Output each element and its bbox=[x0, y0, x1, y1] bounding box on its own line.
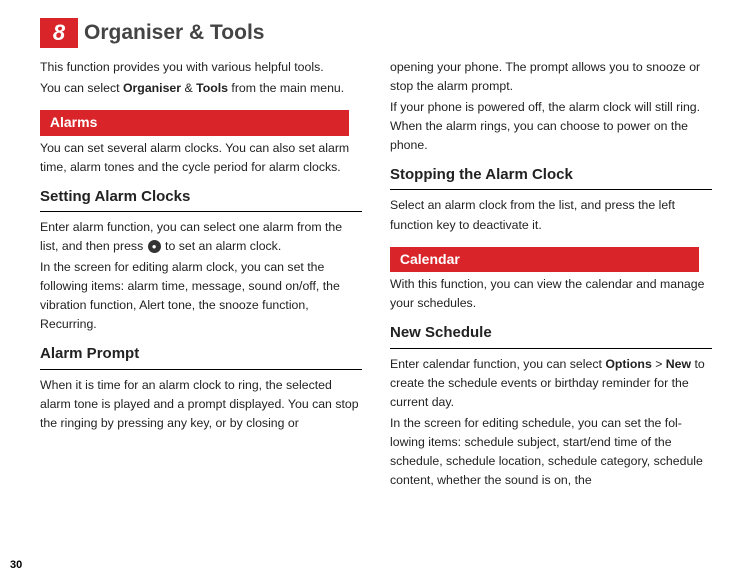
text-run: to set an alarm clock. bbox=[162, 239, 282, 253]
new-schedule-paragraph-2: In the screen for editing schedule, you … bbox=[390, 414, 712, 490]
new-schedule-paragraph-1: Enter calendar function, you can select … bbox=[390, 355, 712, 412]
text-run: > bbox=[652, 357, 666, 371]
chapter-header: 8 Organiser & Tools bbox=[40, 18, 712, 48]
prompt-paragraph: When it is time for an alarm clock to ri… bbox=[40, 376, 362, 433]
heading-stopping-alarm-clock: Stopping the Alarm Clock bbox=[390, 163, 712, 190]
bold-new: New bbox=[666, 357, 691, 371]
text-run: from the main menu. bbox=[228, 81, 344, 95]
text-run: You can select bbox=[40, 81, 123, 95]
intro-paragraph-2: You can select Organiser & Tools from th… bbox=[40, 79, 362, 98]
page-container: 8 Organiser & Tools This function provid… bbox=[0, 0, 752, 492]
label-text: Calendar bbox=[400, 251, 460, 267]
setting-paragraph-1: Enter alarm function, you can select one… bbox=[40, 218, 362, 256]
bold-tools: Tools bbox=[196, 81, 228, 95]
setting-paragraph-2: In the screen for editing alarm clock, y… bbox=[40, 258, 362, 334]
continuation-paragraph-2: If your phone is powered off, the alarm … bbox=[390, 98, 712, 155]
page-number: 30 bbox=[10, 559, 22, 571]
bold-options: Options bbox=[605, 357, 651, 371]
heading-new-schedule: New Schedule bbox=[390, 321, 712, 348]
right-column: opening your phone. The prompt allows yo… bbox=[390, 58, 712, 492]
continuation-paragraph-1: opening your phone. The prompt allows yo… bbox=[390, 58, 712, 96]
chapter-title: Organiser & Tools bbox=[84, 21, 264, 45]
heading-alarm-prompt: Alarm Prompt bbox=[40, 342, 362, 369]
heading-setting-alarm-clocks: Setting Alarm Clocks bbox=[40, 185, 362, 212]
calendar-intro: With this function, you can view the cal… bbox=[390, 275, 712, 313]
chapter-number-badge: 8 bbox=[40, 18, 78, 48]
ok-key-icon: ● bbox=[148, 240, 161, 253]
bold-organiser: Organiser bbox=[123, 81, 181, 95]
stopping-paragraph: Select an alarm clock from the list, and… bbox=[390, 196, 712, 234]
section-label-alarms: Alarms bbox=[40, 110, 349, 136]
section-label-calendar: Calendar bbox=[390, 247, 699, 273]
left-column: This function provides you with various … bbox=[40, 58, 362, 492]
text-run: Enter calendar function, you can select bbox=[390, 357, 605, 371]
intro-paragraph-1: This function provides you with various … bbox=[40, 58, 362, 77]
alarms-intro: You can set several alarm clocks. You ca… bbox=[40, 139, 362, 177]
text-run: & bbox=[181, 81, 196, 95]
label-text: Alarms bbox=[50, 114, 97, 130]
two-column-layout: This function provides you with various … bbox=[40, 58, 712, 492]
